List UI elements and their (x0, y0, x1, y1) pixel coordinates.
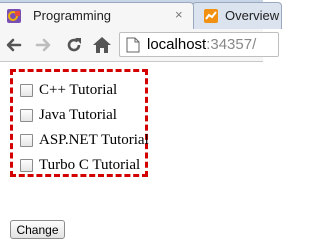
forward-arrow-icon[interactable] (33, 35, 53, 55)
tab-title: Overview (225, 8, 280, 23)
analytics-favicon-icon (204, 9, 218, 23)
checkbox-cpp[interactable] (20, 84, 33, 97)
checkbox-aspnet[interactable] (20, 134, 33, 147)
page-favicon-icon (7, 9, 21, 23)
browser-toolbar: localhost:34357/ (0, 29, 279, 62)
page-content: C++ Tutorial Java Tutorial ASP.NET Tutor… (0, 62, 263, 250)
checkbox-java[interactable] (20, 109, 33, 122)
checkbox-label: C++ Tutorial (39, 82, 118, 98)
url-port: :34357/ (206, 36, 257, 53)
list-item: Java Tutorial (16, 103, 145, 128)
checkbox-turbo-c[interactable] (20, 159, 33, 172)
checkbox-label: ASP.NET Tutorial (39, 132, 149, 148)
checkbox-label: Turbo C Tutorial (39, 157, 141, 173)
tab-close-icon[interactable]: × (175, 8, 183, 22)
tab-programming[interactable]: Programming × (0, 2, 194, 29)
change-button[interactable]: Change (10, 220, 65, 239)
list-item: Turbo C Tutorial (16, 153, 145, 178)
reload-icon[interactable] (64, 35, 84, 55)
page-icon (126, 37, 140, 53)
tab-title: Programming (33, 8, 112, 23)
address-url: localhost:34357/ (147, 36, 256, 53)
home-icon[interactable] (92, 35, 112, 55)
list-item: C++ Tutorial (16, 78, 145, 103)
checkbox-list: C++ Tutorial Java Tutorial ASP.NET Tutor… (10, 69, 149, 178)
list-item: ASP.NET Tutorial (16, 128, 149, 153)
back-arrow-icon[interactable] (4, 35, 24, 55)
url-host: localhost (147, 36, 207, 53)
checkbox-label: Java Tutorial (39, 107, 117, 123)
tab-strip: Programming × Overview (0, 0, 282, 29)
tab-overview[interactable]: Overview (192, 2, 282, 29)
address-bar[interactable]: localhost:34357/ (119, 32, 279, 57)
